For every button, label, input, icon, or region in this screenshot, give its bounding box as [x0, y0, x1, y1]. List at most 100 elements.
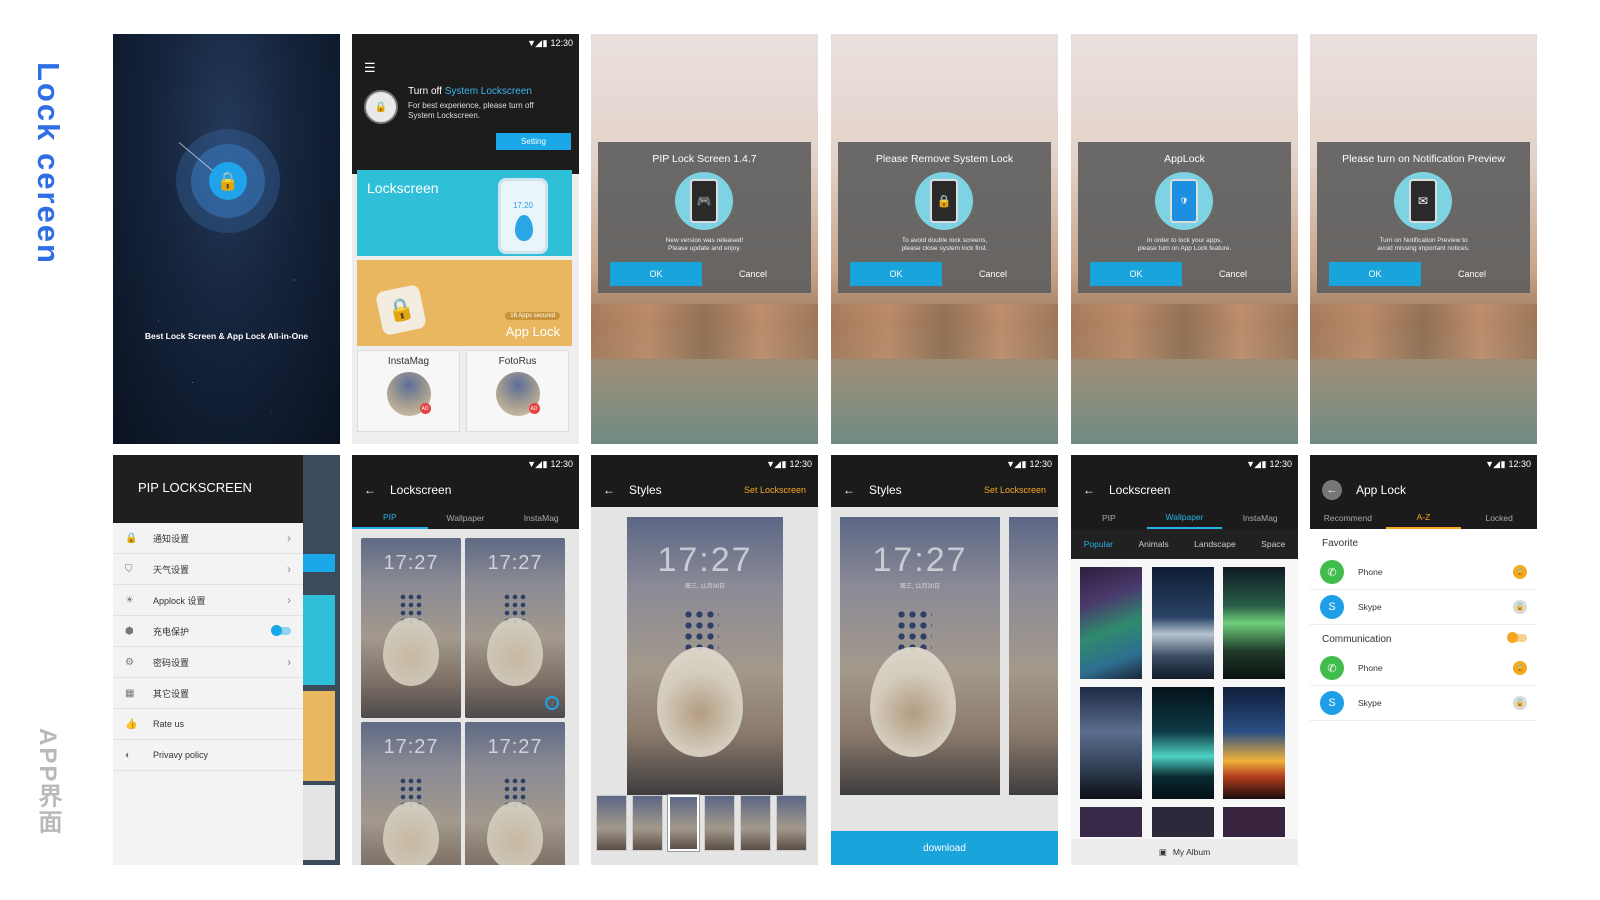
tab-recommend[interactable]: Recommend [1310, 507, 1386, 529]
tab-wallpaper[interactable]: Wallpaper [428, 507, 504, 529]
lock-toggle-icon[interactable]: 🔒 [1513, 661, 1527, 675]
pip-thumbnail[interactable]: 17:27 ↓ [465, 538, 565, 718]
item-label: Rate us [153, 719, 185, 729]
remove-lock-dialog-screen: Please Remove System Lock 🔒 To avoid dou… [831, 34, 1058, 444]
tab-wallpaper[interactable]: Wallpaper [1146, 507, 1223, 529]
cancel-button[interactable]: Cancel [1187, 262, 1279, 286]
tab-pip[interactable]: PIP [352, 507, 428, 529]
styles-screen: ▼◢ ▮ 12:30 ← Styles Set Lockscreen 17:27 周三… [591, 455, 818, 865]
wallpaper-thumbnail[interactable] [1152, 567, 1214, 679]
cancel-button[interactable]: Cancel [947, 262, 1039, 286]
weather-settings-item[interactable]: ⛉ 天气设置 › [113, 554, 303, 585]
pip-thumbnail[interactable]: 17:27 [361, 538, 461, 718]
set-lockscreen-button[interactable]: Set Lockscreen [984, 485, 1046, 495]
wallpaper-thumbnail[interactable] [1223, 567, 1285, 679]
status-time: 12:30 [550, 459, 573, 469]
wallpaper-thumbnail[interactable] [1223, 807, 1285, 837]
status-time: 12:30 [789, 459, 812, 469]
privacy-policy-item[interactable]: ◐ Privavy policy [113, 740, 303, 771]
app-header: ▼◢ ▮ 12:30 ← Styles Set Lockscreen [831, 455, 1058, 507]
app-header: ▼◢ ▮ 12:30 ← Styles Set Lockscreen [591, 455, 818, 507]
pip-thumbnail[interactable]: 17:27 [465, 722, 565, 865]
app-row[interactable]: S Skype 🔓 [1310, 590, 1537, 625]
category-popular[interactable]: Popular [1084, 539, 1113, 549]
tab-instamag[interactable]: InstaMag [503, 507, 579, 529]
download-button[interactable]: download [831, 831, 1058, 865]
page-title: App Lock [1356, 483, 1407, 497]
charging-protection-item[interactable]: ⬢ 充电保护 [113, 616, 303, 647]
back-arrow-icon[interactable]: ← [364, 483, 376, 497]
set-lockscreen-button[interactable]: Set Lockscreen [744, 485, 806, 495]
ok-button[interactable]: OK [1090, 262, 1182, 286]
ok-button[interactable]: OK [1329, 262, 1421, 286]
app-row[interactable]: ✆ Phone 🔒 [1310, 555, 1537, 590]
category-landscape[interactable]: Landscape [1194, 539, 1236, 549]
page-title: Styles [869, 483, 902, 497]
wallpaper-thumbnail[interactable] [1080, 807, 1142, 837]
style-thumbnail[interactable] [596, 795, 627, 851]
dialog-title: Please Remove System Lock [875, 153, 1014, 165]
update-dialog: PIP Lock Screen 1.4.7 🎮 New version was … [598, 142, 811, 293]
style-thumbnail[interactable] [776, 795, 807, 851]
style-thumbnail[interactable] [632, 795, 663, 851]
wallpaper-thumbnail[interactable] [1080, 567, 1142, 679]
back-arrow-icon[interactable]: ← [603, 483, 615, 497]
communication-toggle[interactable] [1507, 632, 1527, 643]
password-settings-item[interactable]: ⚙ 密码设置 › [113, 647, 303, 678]
tab-locked[interactable]: Locked [1461, 507, 1537, 529]
category-space[interactable]: Space [1261, 539, 1285, 549]
setting-button[interactable]: Setting [496, 133, 571, 150]
cancel-button[interactable]: Cancel [1426, 262, 1518, 286]
tab-pip[interactable]: PIP [1071, 507, 1147, 529]
tab-a-z[interactable]: A-Z [1385, 507, 1462, 529]
applock-card[interactable]: 🔒 16 Apps secured App Lock [357, 260, 572, 346]
wallpaper-thumbnail[interactable] [1152, 807, 1214, 837]
instamag-card[interactable]: InstaMag AD [357, 350, 460, 432]
charging-toggle[interactable] [271, 625, 291, 636]
shield-icon: ⛉ [125, 563, 133, 575]
back-arrow-icon[interactable]: ← [843, 483, 855, 497]
menu-icon[interactable]: ☰ [364, 60, 376, 76]
ok-button[interactable]: OK [610, 262, 702, 286]
wallpaper-thumbnail[interactable] [1152, 687, 1214, 799]
back-arrow-icon[interactable]: ← [1322, 480, 1342, 500]
app-name: Skype [1358, 602, 1382, 612]
phone-icon: ✉ [1409, 179, 1437, 223]
item-label: Applock 设置 [153, 595, 206, 606]
app-row[interactable]: ✆ Phone 🔒 [1310, 651, 1537, 686]
pip-thumbnail[interactable]: 17:27 [361, 722, 461, 865]
droplet-art [487, 802, 543, 865]
back-arrow-icon[interactable]: ← [1083, 483, 1095, 497]
ok-button[interactable]: OK [850, 262, 942, 286]
lockscreen-card[interactable]: Lockscreen 17:20 [357, 170, 572, 256]
fotorus-thumbnail: AD [495, 372, 540, 416]
other-settings-item[interactable]: ▦ 其它设置 [113, 678, 303, 709]
rate-us-item[interactable]: 👍 Rate us [113, 709, 303, 740]
download-icon[interactable]: ↓ [545, 696, 559, 710]
status-bar: ▼◢ ▮ 12:30 [1310, 455, 1537, 473]
background-block [303, 554, 335, 572]
app-bar: ← App Lock [1310, 473, 1537, 507]
style-thumbnail[interactable] [704, 795, 735, 851]
fotorus-card[interactable]: FotoRus AD [466, 350, 569, 432]
wallpaper-thumbnail[interactable] [1080, 687, 1142, 799]
app-row[interactable]: S Skype 🔓 [1310, 686, 1537, 721]
gamepad-icon: 🎮 [675, 172, 733, 230]
unlock-toggle-icon[interactable]: 🔓 [1513, 696, 1527, 710]
lock-toggle-icon[interactable]: 🔒 [1513, 565, 1527, 579]
cancel-button[interactable]: Cancel [707, 262, 799, 286]
style-preview-next[interactable] [1009, 517, 1058, 795]
unlock-toggle-icon[interactable]: 🔓 [1513, 600, 1527, 614]
style-thumbnail-selected[interactable] [667, 794, 700, 852]
preview-clock: 17:27 [872, 541, 968, 579]
applock-dialog: AppLock 🛡 In order to lock your apps, pl… [1078, 142, 1291, 293]
settings-drawer-screen: PIP LOCKSCREEN 🔒 通知设置 › ⛉ 天气设置 › ☀ Applock 设置… [113, 455, 340, 865]
applock-settings-item[interactable]: ☀ Applock 设置 › [113, 585, 303, 616]
category-animals[interactable]: Animals [1138, 539, 1168, 549]
style-thumbnail[interactable] [740, 795, 771, 851]
my-album-button[interactable]: ▣ My Album [1071, 839, 1298, 865]
dialog-message: New version was released! Please update … [665, 237, 744, 252]
wallpaper-thumbnail[interactable] [1223, 687, 1285, 799]
notification-settings-item[interactable]: 🔒 通知设置 › [113, 523, 303, 554]
tab-instamag[interactable]: InstaMag [1222, 507, 1298, 529]
